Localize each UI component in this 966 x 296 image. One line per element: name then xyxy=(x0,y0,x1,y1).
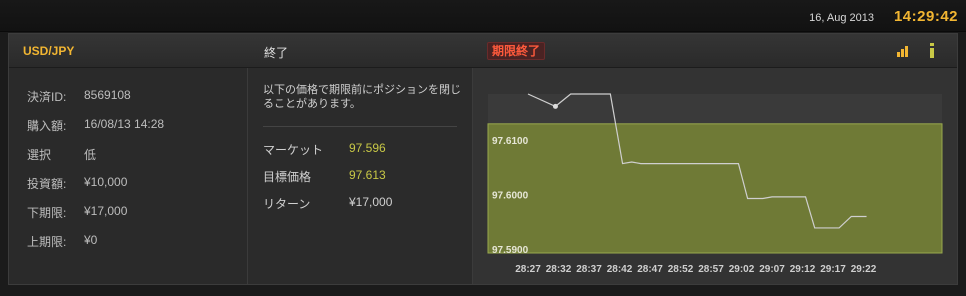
trade-details: 決済ID: 8569108 購入額: 16/08/13 14:28 選択 低 投… xyxy=(9,68,248,284)
current-date: 16, Aug 2013 xyxy=(809,12,874,24)
x-tick-label: 29:02 xyxy=(729,264,755,275)
market-value: 97.596 xyxy=(349,141,386,155)
detail-value: 低 xyxy=(84,148,97,162)
market-label: マーケット xyxy=(263,143,324,157)
x-tick-label: 28:42 xyxy=(607,264,633,275)
top-bar: 16, Aug 2013 14:29:42 xyxy=(0,0,966,32)
detail-label: 下期限: xyxy=(27,206,67,220)
detail-label: 購入額: xyxy=(27,119,67,133)
x-tick-label: 28:37 xyxy=(576,264,602,275)
x-tick-label: 28:47 xyxy=(637,264,663,275)
y-tick-label: 97.5900 xyxy=(492,245,529,256)
detail-label: 上期限: xyxy=(27,235,67,249)
market-info: 以下の価格で期限前にポジションを閉じることがあります。 マーケット 97.596… xyxy=(248,68,473,284)
target-label: 目標価格 xyxy=(263,170,312,184)
x-tick-label: 28:52 xyxy=(668,264,694,275)
x-tick-label: 28:57 xyxy=(698,264,724,275)
detail-label: 選択 xyxy=(27,148,52,162)
divider xyxy=(263,126,457,127)
x-tick-label: 28:27 xyxy=(515,264,541,275)
detail-value: 16/08/13 14:28 xyxy=(84,117,165,131)
return-label: リターン xyxy=(263,197,311,211)
price-chart: トレードクローズイン・ザ・マネーアウト・オブ・ザ・マネーリターン ¥17,000… xyxy=(487,93,943,275)
detail-value: 8569108 xyxy=(84,88,131,102)
trade-panel: USD/JPY 終了 期限終了 決済ID: 8569108 購入額: 16/08… xyxy=(8,33,958,285)
detail-value: ¥0 xyxy=(84,233,98,247)
in-the-money-zone xyxy=(487,123,943,254)
detail-value: ¥17,000 xyxy=(84,204,128,218)
x-tick-label: 29:07 xyxy=(759,264,785,275)
detail-label: 決済ID: xyxy=(27,90,67,104)
info-icon[interactable] xyxy=(922,40,942,60)
return-value: ¥17,000 xyxy=(349,195,393,209)
y-tick-label: 97.6000 xyxy=(492,191,529,202)
trade-status: 終了 xyxy=(264,46,289,60)
entry-point-marker xyxy=(552,103,558,109)
trade-header: USD/JPY 終了 期限終了 xyxy=(9,34,957,68)
expired-badge: 期限終了 xyxy=(487,42,546,60)
detail-label: 投資額: xyxy=(27,177,67,191)
detail-value: ¥10,000 xyxy=(84,175,128,189)
x-tick-label: 29:22 xyxy=(851,264,877,275)
price-chart-area: トレードクローズイン・ザ・マネーアウト・オブ・ザ・マネーリターン ¥17,000… xyxy=(473,68,957,284)
x-tick-label: 29:12 xyxy=(790,264,816,275)
current-time: 14:29:42 xyxy=(893,8,958,25)
x-tick-label: 28:32 xyxy=(546,264,572,275)
signal-bars-icon[interactable] xyxy=(893,40,913,60)
y-tick-label: 97.6100 xyxy=(492,136,529,147)
x-tick-label: 29:17 xyxy=(820,264,846,275)
target-value: 97.613 xyxy=(349,168,386,182)
currency-pair: USD/JPY xyxy=(23,44,75,58)
close-note: 以下の価格で期限前にポジションを閉じることがあります。 xyxy=(263,84,461,110)
